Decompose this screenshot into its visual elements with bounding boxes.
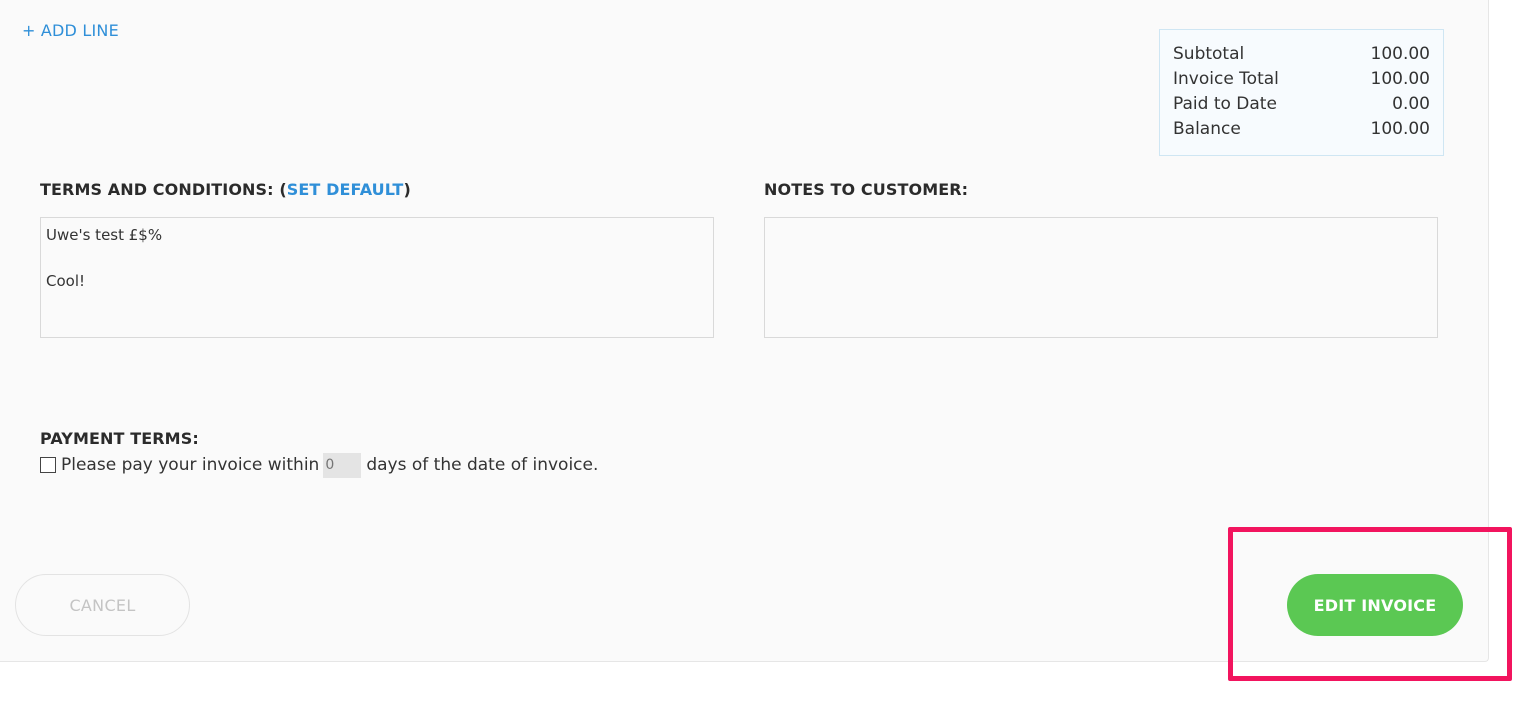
totals-row-paid-to-date: Paid to Date 0.00	[1173, 92, 1430, 117]
totals-label: Balance	[1173, 119, 1241, 139]
payment-terms-heading: PAYMENT TERMS:	[40, 429, 199, 448]
totals-row-subtotal: Subtotal 100.00	[1173, 42, 1430, 67]
notes-heading: NOTES TO CUSTOMER:	[764, 180, 969, 199]
terms-line: Uwe's test £$%	[46, 226, 163, 244]
cancel-button[interactable]: CANCEL	[15, 574, 190, 636]
terms-heading-suffix: )	[403, 180, 411, 199]
payment-terms-row: Please pay your invoice within days of t…	[40, 452, 598, 478]
payment-terms-text-before: Please pay your invoice within	[61, 455, 320, 475]
payment-days-input[interactable]	[323, 452, 362, 478]
totals-label: Paid to Date	[1173, 94, 1277, 114]
terms-heading-prefix: TERMS AND CONDITIONS: (	[40, 180, 287, 199]
set-default-link[interactable]: SET DEFAULT	[287, 180, 404, 199]
terms-line: Cool!	[46, 272, 86, 290]
totals-row-invoice-total: Invoice Total 100.00	[1173, 67, 1430, 92]
payment-terms-text-after: days of the date of invoice.	[366, 455, 599, 475]
totals-label: Subtotal	[1173, 44, 1245, 64]
edit-invoice-button[interactable]: EDIT INVOICE	[1287, 574, 1463, 636]
add-line-link[interactable]: + ADD LINE	[22, 21, 119, 40]
terms-heading: TERMS AND CONDITIONS: (SET DEFAULT)	[40, 180, 411, 199]
totals-value: 100.00	[1370, 44, 1430, 64]
payment-terms-checkbox[interactable]	[40, 457, 56, 473]
totals-row-balance: Balance 100.00	[1173, 117, 1430, 142]
notes-textarea[interactable]	[764, 217, 1438, 338]
totals-value: 100.00	[1370, 119, 1430, 139]
totals-value: 0.00	[1392, 94, 1430, 114]
totals-value: 100.00	[1370, 69, 1430, 89]
terms-line	[46, 247, 708, 270]
totals-label: Invoice Total	[1173, 69, 1279, 89]
totals-summary: Subtotal 100.00 Invoice Total 100.00 Pai…	[1159, 29, 1444, 156]
terms-textarea[interactable]: Uwe's test £$% Cool!	[40, 217, 714, 338]
